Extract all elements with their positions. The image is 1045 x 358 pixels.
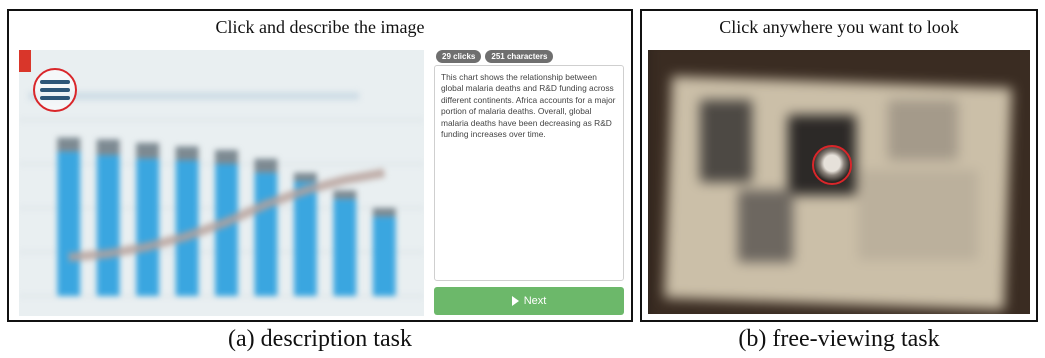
bar-top <box>293 172 317 182</box>
caption-a: (a) description task <box>228 326 412 352</box>
bar <box>57 151 81 296</box>
bar <box>293 181 317 296</box>
panel-b-title: Click anywhere you want to look <box>719 17 959 37</box>
bar-top <box>96 139 120 156</box>
photo-column-1 <box>700 100 752 182</box>
bar-top <box>136 142 160 159</box>
bar-top <box>215 149 238 164</box>
bar-top <box>57 137 81 152</box>
panel-a-title: Click and describe the image <box>215 17 425 37</box>
next-button-label: Next <box>523 295 547 307</box>
gaze-focus-content <box>40 80 70 104</box>
clicks-badge: 29 clicks <box>436 50 482 63</box>
focus-line <box>40 80 70 84</box>
gaze-circle <box>33 68 77 112</box>
bar <box>175 160 199 296</box>
gaze-circle-portrait <box>812 145 852 185</box>
free-viewing-task-panel: Click anywhere you want to look <box>640 9 1038 322</box>
blurred-chart-image[interactable] <box>19 50 424 316</box>
caption-b: (b) free-viewing task <box>738 326 940 352</box>
focus-line <box>40 88 70 92</box>
text-block <box>888 100 958 160</box>
bar-top <box>372 208 396 217</box>
stats-badges: 29 clicks 251 characters <box>436 50 554 63</box>
description-text: This chart shows the relationship betwee… <box>441 72 616 140</box>
bar <box>215 164 238 296</box>
chart-blur-layer <box>19 50 424 316</box>
bar-top <box>254 158 278 173</box>
bar-top <box>175 146 199 161</box>
text-block <box>858 170 978 260</box>
focus-line <box>40 96 70 100</box>
bar <box>136 158 160 296</box>
photo-column-3 <box>738 190 793 262</box>
next-button[interactable]: Next <box>434 287 624 315</box>
blurred-photo-image[interactable] <box>648 50 1030 314</box>
bar <box>372 216 396 296</box>
play-icon <box>511 296 519 306</box>
bar-top <box>333 190 357 200</box>
bar <box>333 199 357 296</box>
bar <box>96 155 120 296</box>
chart-corner-mark <box>19 50 31 72</box>
chart-svg <box>19 92 424 297</box>
bar <box>254 172 278 296</box>
description-textarea[interactable]: This chart shows the relationship betwee… <box>434 65 624 281</box>
legend-strip <box>29 92 359 100</box>
characters-badge: 251 characters <box>485 50 554 63</box>
description-task-panel: Click and describe the image 29 clicks 2… <box>7 9 633 322</box>
